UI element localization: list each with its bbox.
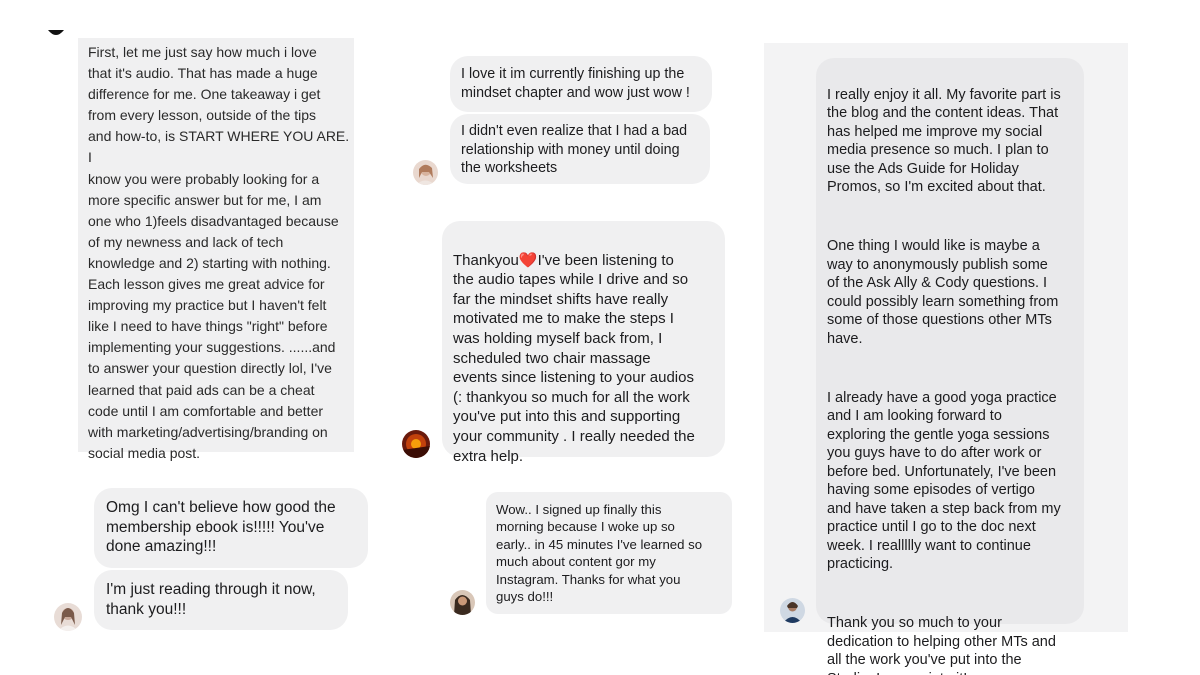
person-icon <box>54 603 82 631</box>
user-avatar <box>413 160 438 185</box>
message-bubble: Thankyou❤️I've been listening to the aud… <box>442 221 725 465</box>
message-paragraph: I really enjoy it all. My favorite part … <box>827 86 1061 196</box>
message-bubble: I'm just reading through it now, thank y… <box>94 570 348 630</box>
person-icon <box>780 598 805 623</box>
user-avatar <box>402 430 430 458</box>
message-bubble: Wow.. I signed up finally this morning b… <box>486 492 732 614</box>
person-icon <box>450 590 475 615</box>
message-prefix: Thankyou <box>453 251 519 269</box>
long-message-text: First, let me just say how much i love t… <box>88 44 350 461</box>
user-avatar <box>54 603 82 631</box>
message-paragraph: Thank you so much to your dedication to … <box>827 615 1056 675</box>
heart-icon: ❤️ <box>518 251 538 269</box>
user-avatar <box>780 598 805 623</box>
message-bubble: I didn't even realize that I had a bad r… <box>450 114 710 184</box>
message-paragraph: I already have a good yoga practice and … <box>827 389 1061 573</box>
sunset-avatar-icon <box>402 430 430 458</box>
user-avatar <box>450 590 475 615</box>
message-body: I've been listening to the audio tapes w… <box>453 251 695 465</box>
message-paragraph: One thing I would like is maybe a way to… <box>827 238 1059 347</box>
message-bubble: I love it im currently finishing up the … <box>450 56 712 112</box>
testimonials-collage: First, let me just say how much i love t… <box>0 0 1200 675</box>
message-bubble: Omg I can't believe how good the members… <box>94 488 368 568</box>
cropped-avatar-icon <box>48 30 64 35</box>
person-icon <box>413 160 438 185</box>
message-bubble: I really enjoy it all. My favorite part … <box>816 58 1084 675</box>
